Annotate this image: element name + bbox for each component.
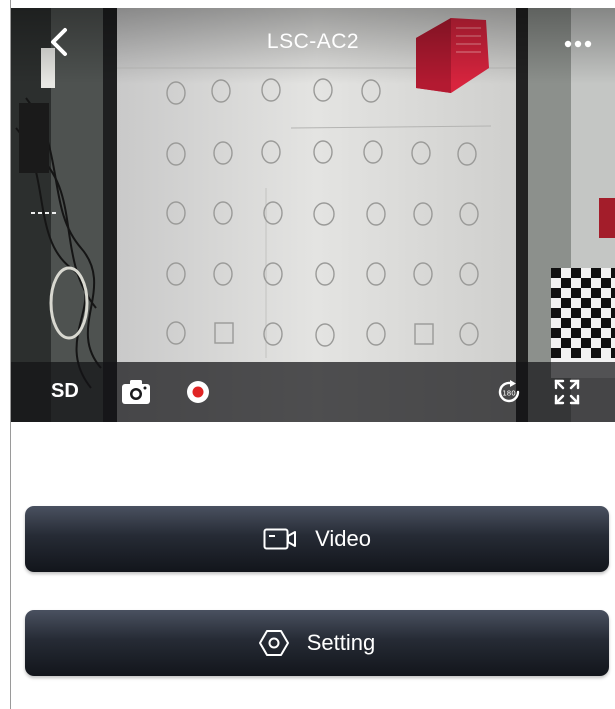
setting-button-label: Setting	[306, 630, 376, 655]
camera-control-bar: SD 180	[11, 362, 615, 422]
camera-feed[interactable]: LSC-AC2 SD 180	[11, 8, 615, 422]
camera-top-bar: LSC-AC2	[11, 8, 615, 84]
top-edge	[0, 0, 615, 8]
quality-toggle-sd[interactable]: SD	[51, 380, 79, 403]
svg-text:180: 180	[502, 390, 515, 398]
left-edge-divider	[0, 0, 11, 709]
video-button-label: Video	[315, 526, 371, 551]
rotate-icon[interactable]: 180	[496, 379, 522, 405]
app-screen: LSC-AC2 SD 180 Video Setting	[0, 0, 615, 709]
page-title: LSC-AC2	[266, 30, 360, 53]
record-icon[interactable]	[186, 380, 210, 404]
hexagon-settings-icon	[258, 630, 289, 656]
camera-icon[interactable]	[121, 379, 151, 405]
setting-button[interactable]: Setting	[25, 610, 609, 676]
fullscreen-icon[interactable]	[554, 379, 580, 405]
chevron-left-icon[interactable]	[45, 26, 73, 58]
more-horizontal-icon[interactable]	[561, 36, 595, 52]
video-button[interactable]: Video	[25, 506, 609, 572]
video-camera-icon	[263, 528, 297, 550]
